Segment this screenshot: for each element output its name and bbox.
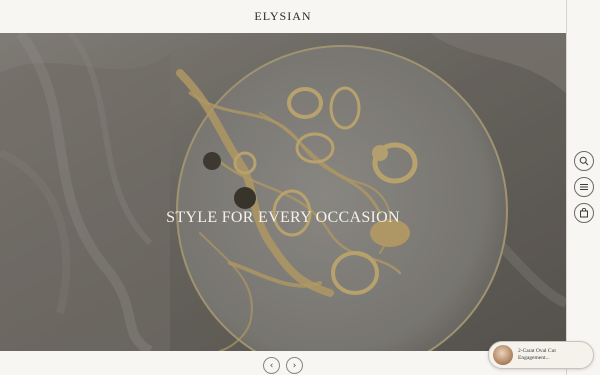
recently-viewed-product[interactable]: 2-Carat Oval Cut Engagement...: [488, 341, 594, 369]
carousel-prev-button[interactable]: ‹: [263, 357, 280, 374]
menu-button[interactable]: [574, 177, 594, 197]
chevron-left-icon: ‹: [269, 360, 274, 371]
hero-title: STYLE FOR EVERY OCCASION: [166, 209, 400, 226]
chevron-right-icon: ›: [292, 360, 297, 371]
site-header: ELYSIAN: [0, 0, 566, 33]
search-button[interactable]: [574, 151, 594, 171]
cart-button[interactable]: [574, 203, 594, 223]
shopping-bag-icon: [580, 208, 588, 218]
carousel-nav: ‹ ›: [263, 357, 303, 374]
brand-logo[interactable]: ELYSIAN: [254, 9, 311, 24]
carousel-next-button[interactable]: ›: [286, 357, 303, 374]
search-icon: [579, 156, 589, 166]
side-rail: [566, 0, 600, 375]
page: ELYSIAN STYLE FOR EVERY OCCASION ‹ ›: [0, 0, 566, 375]
product-label: 2-Carat Oval Cut Engagement...: [518, 348, 556, 361]
menu-icon: [580, 184, 588, 190]
hero-banner[interactable]: STYLE FOR EVERY OCCASION: [0, 33, 566, 351]
hero-image: [0, 33, 566, 351]
product-thumbnail: [493, 345, 513, 365]
